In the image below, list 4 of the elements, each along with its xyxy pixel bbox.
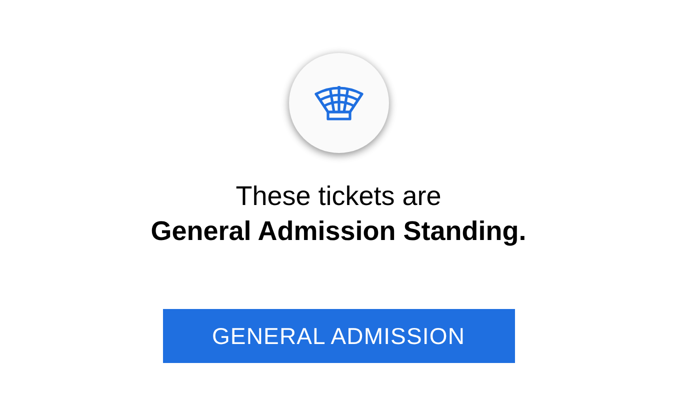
message-text: These tickets are: [236, 180, 442, 213]
general-admission-button[interactable]: GENERAL ADMISSION: [162, 309, 514, 363]
stadium-seating-icon: [314, 84, 364, 122]
message-emphasis: General Admission Standing.: [150, 215, 526, 248]
